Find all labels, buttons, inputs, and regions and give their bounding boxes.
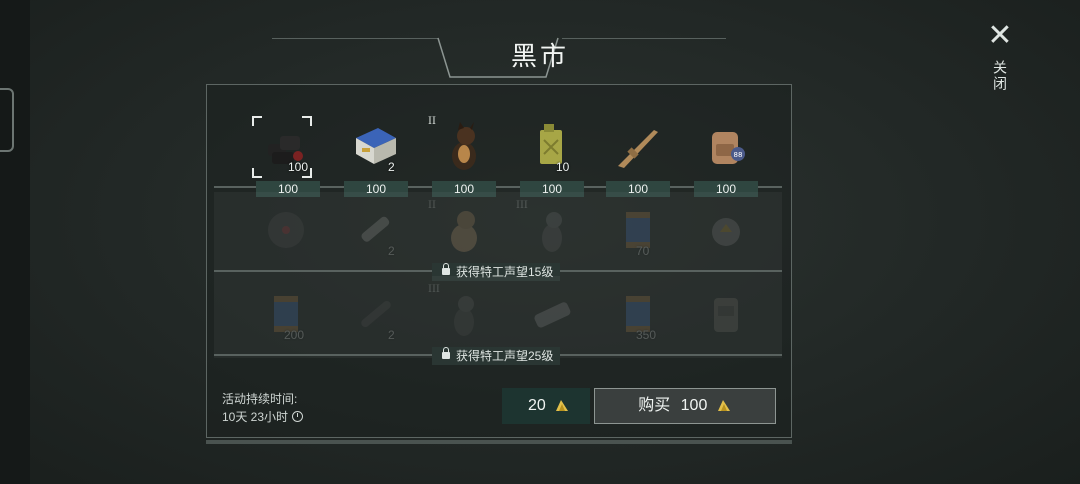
rifle-scope-icon <box>361 301 391 327</box>
coin-icon <box>556 399 569 411</box>
panel-bottom-bar <box>206 440 792 444</box>
backpack-icon: 88 <box>712 132 745 164</box>
currency-balance: 20 <box>502 388 590 424</box>
event-duration-label: 活动持续时间: <box>222 392 298 406</box>
shop-item-dog[interactable]: II <box>420 116 500 186</box>
unlock-requirement-banner: 获得特工声望25级 <box>432 347 560 365</box>
coin-icon <box>717 399 730 411</box>
shop-item-armor <box>682 284 762 354</box>
shop-item-battery[interactable]: 2 <box>332 116 412 186</box>
shop-item-backpack[interactable]: 88 <box>682 116 762 186</box>
shop-item-scope: 2 <box>332 284 412 354</box>
shop-row-locked: 200 2 III 350 <box>214 276 782 358</box>
shop-item-dog: III <box>420 284 500 354</box>
item-quantity: 200 <box>284 328 305 342</box>
close-button[interactable]: ✕ 关闭 <box>982 21 1018 102</box>
shop-item-engine <box>508 284 588 354</box>
vinyl-record-icon <box>268 212 304 248</box>
buy-button-label: 购买 <box>638 397 671 414</box>
left-edge-strip <box>0 0 30 484</box>
shop-item-canister: 70 <box>594 200 674 270</box>
event-duration-text: 10天 23小时 <box>222 410 289 424</box>
item-tier: II <box>428 200 436 211</box>
battery-pack-icon <box>356 128 396 164</box>
currency-balance-value: 20 <box>528 397 546 414</box>
dog-icon <box>451 211 477 252</box>
armor-vest-icon <box>714 298 738 332</box>
shop-item-fuel[interactable]: 10 <box>508 116 588 186</box>
page-title: 黑市 <box>510 41 569 71</box>
dog-icon <box>454 296 474 336</box>
shop-item-dark-material[interactable]: 100 <box>242 116 322 186</box>
close-icon[interactable]: ✕ <box>982 21 1018 51</box>
item-tier: II <box>428 116 436 127</box>
shop-item-canister: 350 <box>594 284 674 354</box>
jerrycan-icon <box>540 124 562 164</box>
item-quantity: 2 <box>388 328 395 342</box>
buy-button-price: 100 <box>680 397 708 414</box>
item-quantity: 10 <box>556 160 570 174</box>
shop-item-dog: III <box>508 200 588 270</box>
shop-item-mask <box>682 200 762 270</box>
shop-item-dog: II <box>420 200 500 270</box>
clock-icon <box>292 411 304 422</box>
lock-icon <box>442 263 450 275</box>
event-duration-value: 10天 23小时 <box>222 408 304 425</box>
side-menu-handle[interactable] <box>0 88 14 152</box>
buy-button[interactable]: 购买 100 <box>594 388 776 424</box>
shop-item-pipe: 2 <box>332 200 412 270</box>
engine-part-icon <box>534 302 571 328</box>
rifle-icon <box>618 130 658 168</box>
svg-text:88: 88 <box>734 151 743 159</box>
item-quantity: 2 <box>388 244 395 258</box>
dog-icon <box>452 122 476 170</box>
shop-item-rifle[interactable] <box>594 116 674 186</box>
item-quantity: 70 <box>636 244 650 258</box>
lock-icon <box>442 347 450 359</box>
shop-item-vinyl <box>242 200 322 270</box>
gear-mask-icon <box>712 218 740 246</box>
unlock-requirement-text: 获得特工声望25级 <box>456 349 554 363</box>
shop-item-canister: 200 <box>242 284 322 354</box>
dog-icon <box>542 212 562 252</box>
item-quantity: 100 <box>288 160 309 174</box>
item-quantity: 2 <box>388 160 395 174</box>
title-rule-left <box>272 38 438 39</box>
pipe-parts-icon <box>361 216 390 242</box>
close-label: 关闭 <box>992 60 1008 92</box>
item-quantity: 350 <box>636 328 657 342</box>
